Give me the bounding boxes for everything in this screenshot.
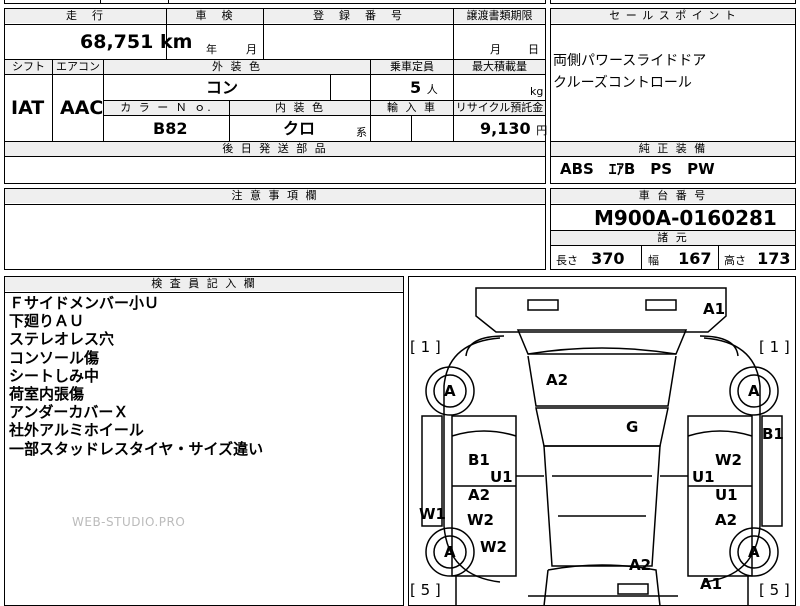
code-tire-rr: A: [748, 543, 760, 561]
hood-outline: [516, 329, 688, 355]
remark-line: コンソール傷: [9, 348, 100, 367]
chassis-value: M900A-0160281: [594, 206, 777, 230]
header-color-no: カ ラ ー Ｎ ｏ.: [104, 101, 229, 115]
code-u1-left: U1: [490, 468, 513, 486]
code-a2-top: A2: [546, 371, 569, 389]
header-aftersale-parts: 後 日 発 送 部 品: [5, 142, 545, 156]
code-w2-right: W2: [715, 451, 742, 469]
spec-length: 長さ 370: [556, 249, 625, 268]
remark-line: Ｆサイドメンバー小Ｕ: [9, 294, 160, 312]
code-tire-fr: A: [748, 382, 760, 400]
header-equipment: 純 正 装 備: [551, 142, 795, 156]
code-a2-right: A2: [715, 511, 738, 529]
code-b1-left: B1: [468, 451, 490, 469]
code-tread-rr: [ 5 ]: [759, 581, 790, 599]
color-no-value: B82: [153, 119, 188, 138]
code-tread-rl: [ 5 ]: [410, 581, 441, 599]
remark-line: シートしみ中: [9, 366, 100, 385]
header-capacity: 乗車定員: [371, 60, 453, 74]
code-w1-left: W1: [419, 505, 446, 523]
code-a2-bottom: A2: [629, 556, 652, 574]
remark-line: アンダーカバーＸ: [9, 403, 129, 422]
inspection-year-unit: 年: [206, 43, 217, 56]
header-aircon: エアコン: [53, 60, 103, 74]
sales-point-2: クルーズコントロール: [553, 75, 692, 91]
transfer-day-unit: 日: [528, 43, 539, 56]
max-load-unit: kg: [530, 85, 544, 98]
code-w2-left: W2: [467, 511, 494, 529]
code-tire-rl: A: [444, 543, 456, 561]
header-specs: 諸 元: [551, 231, 795, 245]
header-transfer-deadline: 譲渡書類期限: [454, 9, 545, 23]
header-notes: 注 意 事 項 欄: [5, 189, 545, 203]
transfer-month-unit: 月: [490, 43, 501, 56]
code-b1-right: B1: [762, 425, 784, 443]
cabin-outline: [543, 445, 661, 567]
code-tire-fl: A: [444, 382, 456, 400]
code-u1-right-a: U1: [692, 468, 715, 486]
int-color-value: クロ: [283, 119, 316, 138]
header-recycle: リサイクル預託金: [454, 101, 545, 115]
roof-outline: [535, 407, 669, 447]
header-max-load: 最大積載量: [454, 60, 545, 74]
header-ext-color: 外 装 色: [104, 60, 370, 74]
car-diagram: [421, 287, 783, 606]
recycle-value: 9,130 円: [480, 119, 548, 138]
header-import: 輸 入 車: [371, 101, 453, 115]
code-u1-right-b: U1: [715, 486, 738, 504]
header-inspector-notes: 検 査 員 記 入 欄: [5, 277, 403, 291]
int-color-suffix: 系: [356, 126, 367, 139]
ext-color-value: コン: [206, 78, 239, 97]
code-a1-bottom: A1: [700, 575, 723, 593]
code-tread-fr: [ 1 ]: [759, 338, 790, 356]
code-w2-left-low: W2: [480, 538, 507, 556]
equipment-value: ABS ｴｱB PS PW: [560, 160, 715, 178]
top-right-cut: [550, 0, 796, 4]
inspection-month-unit: 月: [246, 43, 257, 56]
header-int-color: 内 装 色: [230, 101, 370, 115]
header-mileage: 走 行: [5, 9, 166, 23]
remark-line: 荷室内張傷: [9, 385, 85, 404]
header-shift: シフト: [5, 60, 52, 74]
sales-point-1: 両側パワースライドドア: [553, 53, 707, 69]
code-g: G: [626, 418, 639, 436]
header-registration: 登 録 番 号: [264, 9, 453, 23]
remark-line: ステレオレス穴: [9, 330, 115, 349]
remark-line: 一部スタッドレスタイヤ・サイズ違い: [9, 439, 264, 458]
header-sales-points: セ ー ル ス ポ イ ン ト: [551, 9, 795, 23]
header-chassis: 車 台 番 号: [551, 189, 795, 203]
front-bumper-outline: [475, 287, 727, 333]
remark-line: 社外アルミホイール: [9, 421, 144, 440]
mileage-unit: km: [159, 31, 193, 53]
code-tread-fl: [ 1 ]: [410, 338, 441, 356]
spec-height: 高さ 173: [724, 249, 791, 268]
remark-line: 下廻りＡＵ: [9, 312, 85, 331]
code-a2-left: A2: [468, 486, 491, 504]
shift-value: IAT: [11, 97, 45, 119]
code-a1-top: A1: [703, 300, 726, 318]
capacity-value: 5 人: [410, 78, 438, 97]
watermark: WEB-STUDIO.PRO: [72, 515, 186, 529]
inspector-remarks: Ｆサイドメンバー小Ｕ 下廻りＡＵ ステレオレス穴 コンソール傷 シートしみ中 荷…: [9, 294, 263, 458]
spec-width: 幅 167: [648, 249, 712, 268]
mileage-value: 68,751 km: [80, 31, 193, 53]
header-inspection: 車 検: [167, 9, 263, 23]
top-row-cut: [4, 0, 546, 4]
aircon-value: AAC: [60, 97, 104, 119]
